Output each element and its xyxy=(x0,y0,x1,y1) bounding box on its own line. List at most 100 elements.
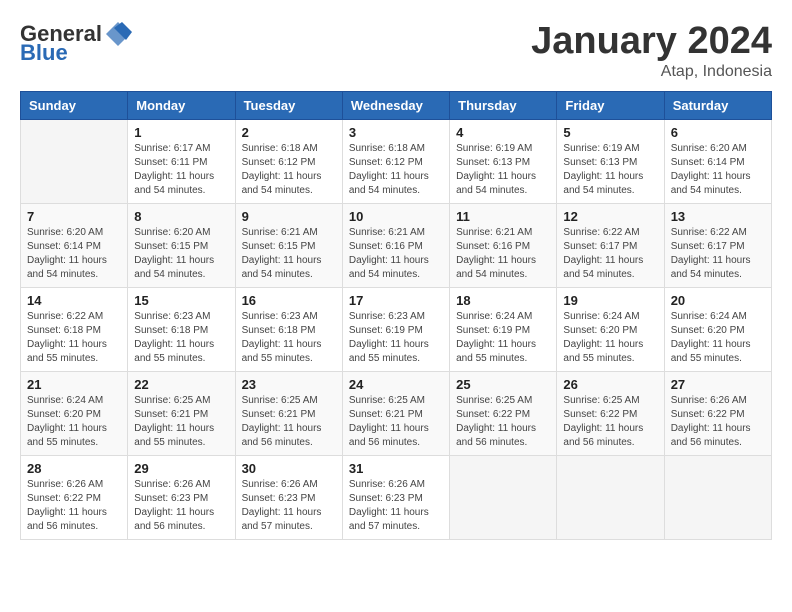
day-number: 24 xyxy=(349,377,443,392)
day-number: 19 xyxy=(563,293,657,308)
day-number: 7 xyxy=(27,209,121,224)
day-number: 21 xyxy=(27,377,121,392)
calendar-week-row: 1 Sunrise: 6:17 AM Sunset: 6:11 PM Daylig… xyxy=(21,120,772,204)
location-subtitle: Atap, Indonesia xyxy=(531,63,772,81)
day-info: Sunrise: 6:22 AM Sunset: 6:17 PM Dayligh… xyxy=(563,226,657,282)
day-number: 29 xyxy=(134,461,228,476)
day-number: 8 xyxy=(134,209,228,224)
day-info: Sunrise: 6:20 AM Sunset: 6:15 PM Dayligh… xyxy=(134,226,228,282)
logo: General Blue xyxy=(20,20,132,66)
day-number: 27 xyxy=(671,377,765,392)
calendar-cell: 16 Sunrise: 6:23 AM Sunset: 6:18 PM Dayli… xyxy=(235,288,342,372)
calendar-cell: 17 Sunrise: 6:23 AM Sunset: 6:19 PM Dayli… xyxy=(342,288,449,372)
calendar-cell xyxy=(664,456,771,540)
day-number: 17 xyxy=(349,293,443,308)
day-info: Sunrise: 6:19 AM Sunset: 6:13 PM Dayligh… xyxy=(456,142,550,198)
calendar-cell: 9 Sunrise: 6:21 AM Sunset: 6:15 PM Daylig… xyxy=(235,204,342,288)
day-header-thursday: Thursday xyxy=(450,92,557,120)
day-number: 6 xyxy=(671,125,765,140)
day-number: 3 xyxy=(349,125,443,140)
logo-icon xyxy=(104,20,132,48)
calendar-cell: 28 Sunrise: 6:26 AM Sunset: 6:22 PM Dayli… xyxy=(21,456,128,540)
page-header: General Blue January 2024 Atap, Indonesi… xyxy=(20,20,772,81)
day-number: 23 xyxy=(242,377,336,392)
calendar-week-row: 7 Sunrise: 6:20 AM Sunset: 6:14 PM Daylig… xyxy=(21,204,772,288)
calendar-cell: 8 Sunrise: 6:20 AM Sunset: 6:15 PM Daylig… xyxy=(128,204,235,288)
calendar-header-row: SundayMondayTuesdayWednesdayThursdayFrid… xyxy=(21,92,772,120)
calendar-cell: 25 Sunrise: 6:25 AM Sunset: 6:22 PM Dayli… xyxy=(450,372,557,456)
calendar-cell xyxy=(21,120,128,204)
day-info: Sunrise: 6:20 AM Sunset: 6:14 PM Dayligh… xyxy=(671,142,765,198)
calendar-cell: 13 Sunrise: 6:22 AM Sunset: 6:17 PM Dayli… xyxy=(664,204,771,288)
calendar-cell: 26Sunrise: 6:25 AM Sunset: 6:22 PM Dayli… xyxy=(557,372,664,456)
day-number: 25 xyxy=(456,377,550,392)
calendar-cell: 18 Sunrise: 6:24 AM Sunset: 6:19 PM Dayli… xyxy=(450,288,557,372)
day-info: Sunrise: 6:22 AM Sunset: 6:17 PM Dayligh… xyxy=(671,226,765,282)
day-info: Sunrise: 6:21 AM Sunset: 6:15 PM Dayligh… xyxy=(242,226,336,282)
day-info: Sunrise: 6:26 AM Sunset: 6:23 PM Dayligh… xyxy=(242,478,336,534)
title-section: January 2024 Atap, Indonesia xyxy=(531,20,772,81)
day-info: Sunrise: 6:23 AM Sunset: 6:18 PM Dayligh… xyxy=(242,310,336,366)
calendar-cell: 5 Sunrise: 6:19 AM Sunset: 6:13 PM Daylig… xyxy=(557,120,664,204)
day-info: Sunrise: 6:26 AM Sunset: 6:22 PM Dayligh… xyxy=(27,478,121,534)
day-info: Sunrise: 6:24 AM Sunset: 6:19 PM Dayligh… xyxy=(456,310,550,366)
month-title: January 2024 xyxy=(531,20,772,63)
day-info: Sunrise: 6:23 AM Sunset: 6:19 PM Dayligh… xyxy=(349,310,443,366)
day-number: 12 xyxy=(563,209,657,224)
day-info: Sunrise: 6:26 AM Sunset: 6:22 PM Dayligh… xyxy=(671,394,765,450)
calendar-cell: 19 Sunrise: 6:24 AM Sunset: 6:20 PM Dayli… xyxy=(557,288,664,372)
day-info: Sunrise: 6:26 AM Sunset: 6:23 PM Dayligh… xyxy=(349,478,443,534)
calendar-week-row: 14 Sunrise: 6:22 AM Sunset: 6:18 PM Dayli… xyxy=(21,288,772,372)
calendar-cell: 24Sunrise: 6:25 AM Sunset: 6:21 PM Dayli… xyxy=(342,372,449,456)
day-number: 14 xyxy=(27,293,121,308)
day-info: Sunrise: 6:21 AM Sunset: 6:16 PM Dayligh… xyxy=(456,226,550,282)
day-info: Sunrise: 6:24 AM Sunset: 6:20 PM Dayligh… xyxy=(563,310,657,366)
calendar-cell: 15 Sunrise: 6:23 AM Sunset: 6:18 PM Dayli… xyxy=(128,288,235,372)
calendar-cell: 4 Sunrise: 6:19 AM Sunset: 6:13 PM Daylig… xyxy=(450,120,557,204)
day-info: Sunrise: 6:25 AM Sunset: 6:21 PM Dayligh… xyxy=(134,394,228,450)
day-number: 22 xyxy=(134,377,228,392)
day-number: 4 xyxy=(456,125,550,140)
calendar-cell: 2Sunrise: 6:18 AM Sunset: 6:12 PM Daylig… xyxy=(235,120,342,204)
day-number: 18 xyxy=(456,293,550,308)
calendar-cell xyxy=(450,456,557,540)
day-number: 5 xyxy=(563,125,657,140)
calendar-cell: 10Sunrise: 6:21 AM Sunset: 6:16 PM Dayli… xyxy=(342,204,449,288)
day-info: Sunrise: 6:25 AM Sunset: 6:22 PM Dayligh… xyxy=(563,394,657,450)
day-number: 30 xyxy=(242,461,336,476)
day-number: 9 xyxy=(242,209,336,224)
calendar-cell xyxy=(557,456,664,540)
calendar-cell: 7 Sunrise: 6:20 AM Sunset: 6:14 PM Daylig… xyxy=(21,204,128,288)
calendar-cell: 31Sunrise: 6:26 AM Sunset: 6:23 PM Dayli… xyxy=(342,456,449,540)
day-info: Sunrise: 6:24 AM Sunset: 6:20 PM Dayligh… xyxy=(671,310,765,366)
day-number: 28 xyxy=(27,461,121,476)
day-header-wednesday: Wednesday xyxy=(342,92,449,120)
day-number: 16 xyxy=(242,293,336,308)
day-header-sunday: Sunday xyxy=(21,92,128,120)
logo-blue: Blue xyxy=(20,40,68,66)
day-info: Sunrise: 6:20 AM Sunset: 6:14 PM Dayligh… xyxy=(27,226,121,282)
calendar-cell: 12 Sunrise: 6:22 AM Sunset: 6:17 PM Dayli… xyxy=(557,204,664,288)
day-header-saturday: Saturday xyxy=(664,92,771,120)
day-header-monday: Monday xyxy=(128,92,235,120)
day-info: Sunrise: 6:26 AM Sunset: 6:23 PM Dayligh… xyxy=(134,478,228,534)
day-info: Sunrise: 6:23 AM Sunset: 6:18 PM Dayligh… xyxy=(134,310,228,366)
calendar-cell: 22 Sunrise: 6:25 AM Sunset: 6:21 PM Dayli… xyxy=(128,372,235,456)
day-number: 13 xyxy=(671,209,765,224)
day-number: 15 xyxy=(134,293,228,308)
day-header-tuesday: Tuesday xyxy=(235,92,342,120)
calendar-week-row: 21Sunrise: 6:24 AM Sunset: 6:20 PM Dayli… xyxy=(21,372,772,456)
day-header-friday: Friday xyxy=(557,92,664,120)
calendar-cell: 11 Sunrise: 6:21 AM Sunset: 6:16 PM Dayli… xyxy=(450,204,557,288)
day-number: 11 xyxy=(456,209,550,224)
day-info: Sunrise: 6:17 AM Sunset: 6:11 PM Dayligh… xyxy=(134,142,228,198)
day-info: Sunrise: 6:22 AM Sunset: 6:18 PM Dayligh… xyxy=(27,310,121,366)
calendar-week-row: 28 Sunrise: 6:26 AM Sunset: 6:22 PM Dayli… xyxy=(21,456,772,540)
calendar-cell: 6 Sunrise: 6:20 AM Sunset: 6:14 PM Daylig… xyxy=(664,120,771,204)
day-info: Sunrise: 6:25 AM Sunset: 6:22 PM Dayligh… xyxy=(456,394,550,450)
day-number: 1 xyxy=(134,125,228,140)
calendar-cell: 29 Sunrise: 6:26 AM Sunset: 6:23 PM Dayli… xyxy=(128,456,235,540)
calendar-cell: 14 Sunrise: 6:22 AM Sunset: 6:18 PM Dayli… xyxy=(21,288,128,372)
day-number: 2 xyxy=(242,125,336,140)
day-info: Sunrise: 6:19 AM Sunset: 6:13 PM Dayligh… xyxy=(563,142,657,198)
